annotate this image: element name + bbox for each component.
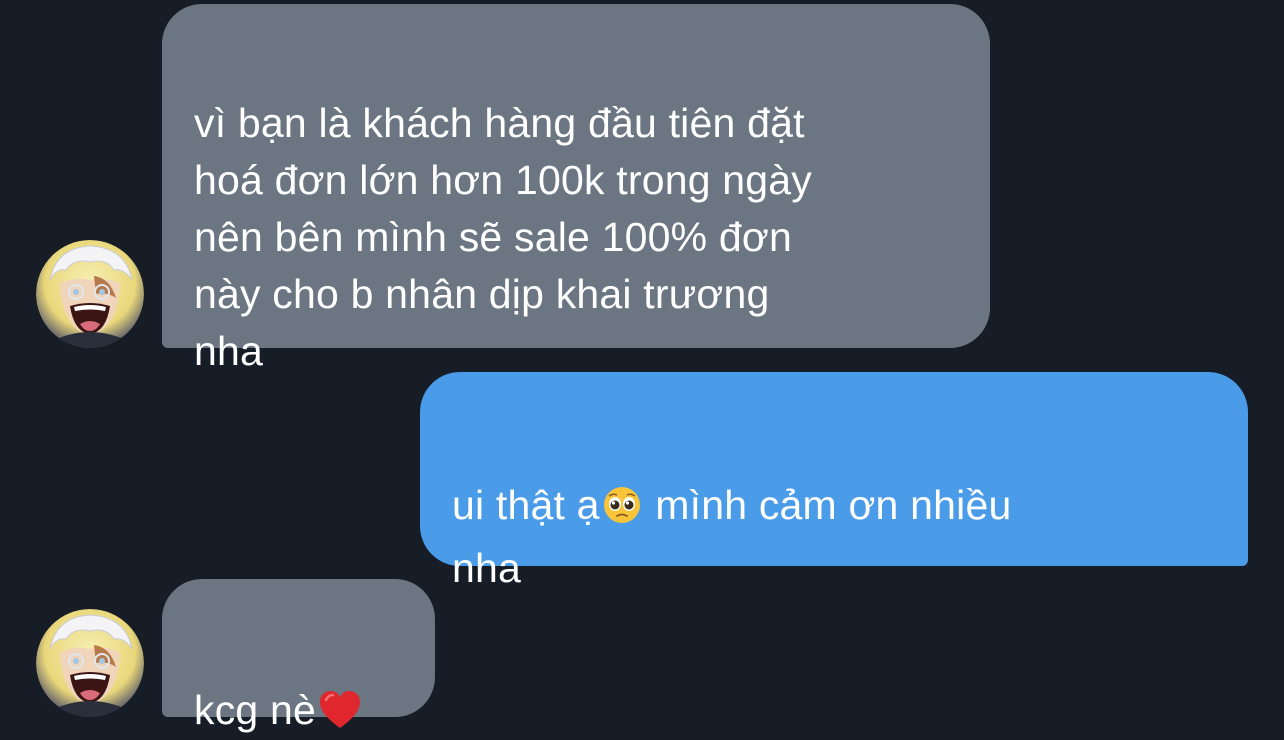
anime-character-avatar-icon (36, 609, 144, 717)
avatar[interactable] (36, 609, 144, 717)
anime-character-avatar-icon (36, 240, 144, 348)
red-heart-emoji-icon (318, 688, 362, 740)
incoming-message-bubble[interactable]: vì bạn là khách hàng đầu tiên đặt hoá đơ… (162, 4, 990, 374)
message-text-part-1: ui thật ạ (452, 482, 600, 528)
outgoing-message-bubble[interactable]: ui thật ạ mình cảm ơn nhiều nha (420, 372, 1248, 591)
avatar[interactable] (36, 240, 144, 348)
chat-thread: vì bạn là khách hàng đầu tiên đặt hoá đơ… (0, 0, 1284, 740)
pleading-face-emoji-icon (602, 483, 642, 540)
message-text: kcg nè (194, 687, 316, 733)
incoming-message-bubble[interactable]: kcg nè (162, 579, 435, 733)
message-text: vì bạn là khách hàng đầu tiên đặt hoá đơ… (194, 100, 812, 374)
